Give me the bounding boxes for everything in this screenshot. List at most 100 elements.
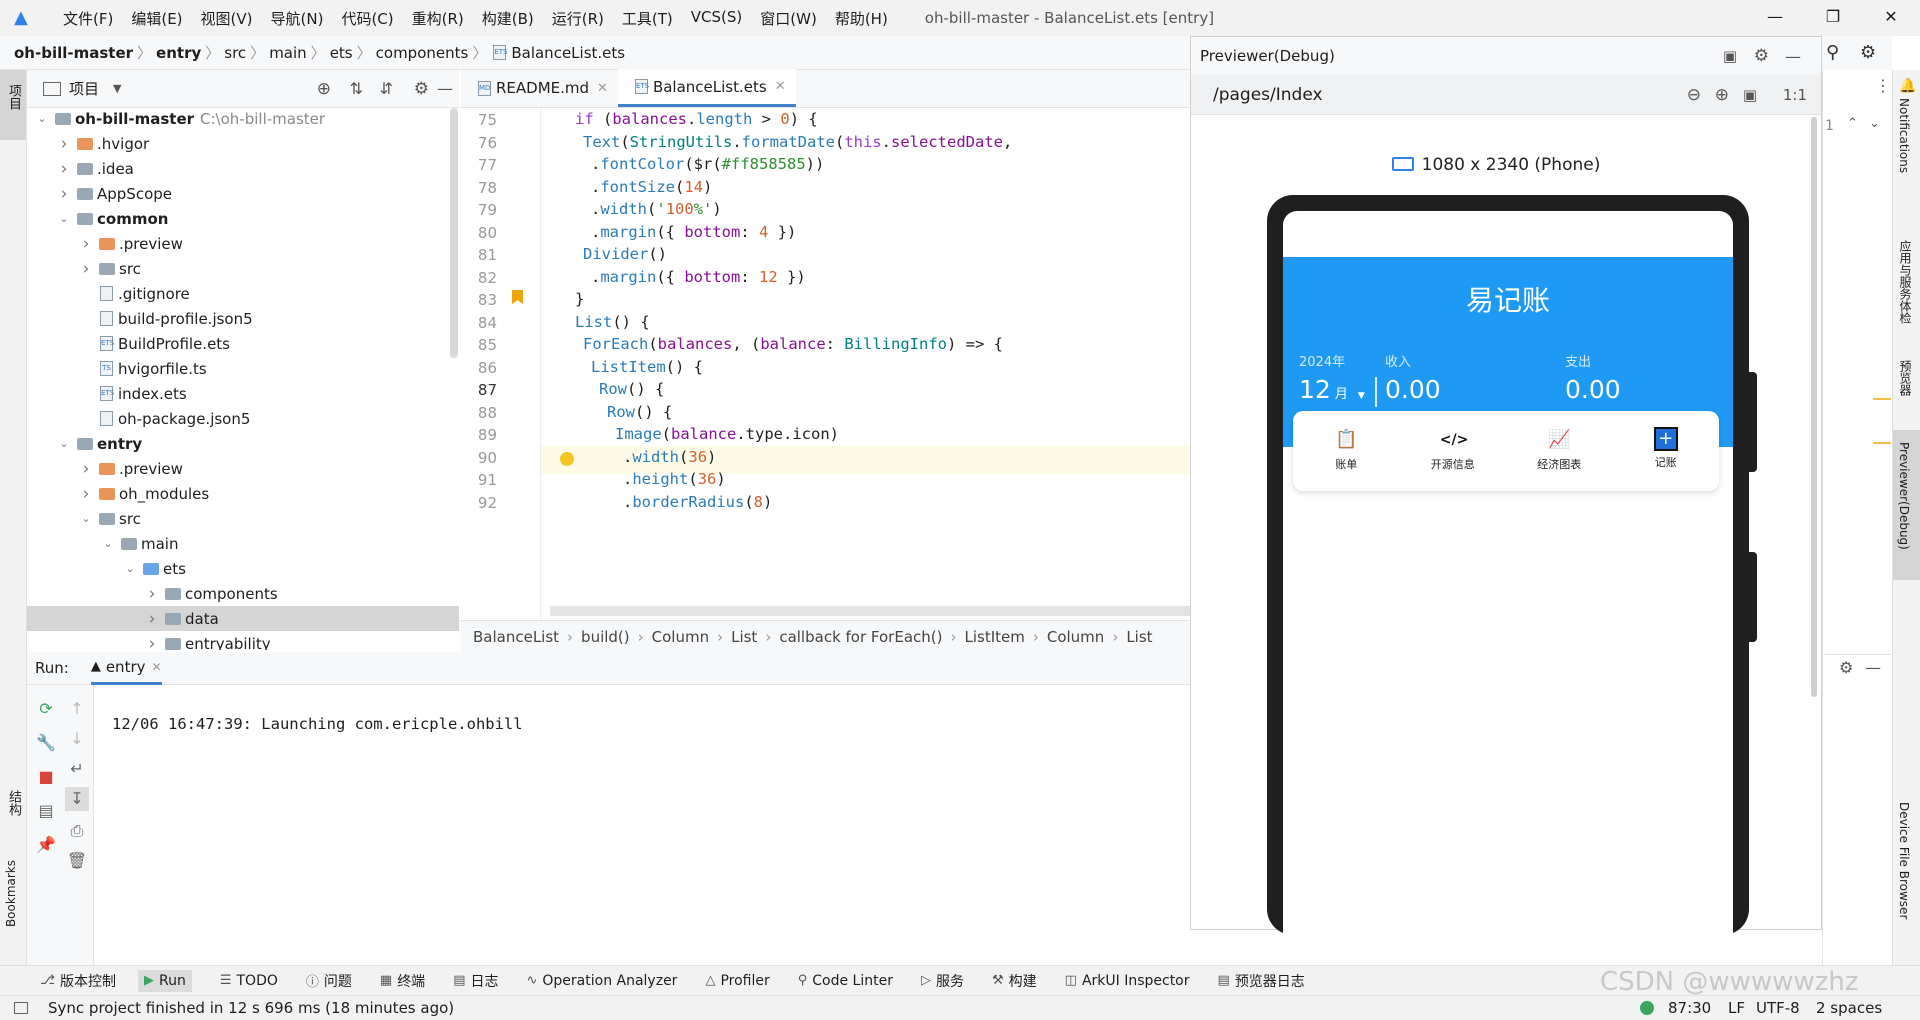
structure-crumb[interactable]: callback for ForEach() (779, 628, 942, 646)
collapse-all-icon[interactable]: ⇵ (380, 79, 393, 98)
chevron-right-icon[interactable]: › (145, 634, 159, 651)
chevron-down-icon[interactable]: ⌄ (101, 537, 115, 550)
menu-refactor[interactable]: 重构(R) (403, 8, 473, 29)
hide-panel-icon[interactable]: — (1785, 47, 1801, 66)
file-encoding[interactable]: UTF-8 (1756, 999, 1800, 1017)
tree-node[interactable]: build-profile.json5 (27, 306, 459, 331)
close-icon[interactable]: ✕ (775, 79, 786, 94)
expand-all-icon[interactable]: ⇅ (350, 79, 363, 98)
tool-tab-log[interactable]: ▤ 日志 (453, 971, 498, 991)
zoom-in-icon[interactable]: ⊕ (1715, 85, 1729, 105)
search-icon[interactable]: ⚲ (1826, 42, 1839, 63)
stripe-bookmarks[interactable]: Bookmarks (4, 860, 18, 927)
hide-panel-icon[interactable]: — (437, 79, 453, 98)
restore-icon[interactable]: ❐ (1804, 0, 1862, 36)
tool-tab-build[interactable]: ⚒ 构建 (992, 971, 1037, 991)
tool-tab-terminal[interactable]: ▦ 终端 (380, 971, 425, 991)
tree-node[interactable]: › .preview (27, 456, 459, 481)
tree-node[interactable]: oh-package.json5 (27, 406, 459, 431)
pin-icon[interactable]: 📌 (34, 833, 58, 857)
tree-node[interactable]: › .preview (27, 231, 459, 256)
structure-crumb[interactable]: BalanceList (473, 628, 559, 646)
chevron-right-icon[interactable]: › (145, 609, 159, 629)
close-icon[interactable]: ✕ (597, 81, 608, 96)
menu-item-add-record[interactable]: + 记账 (1613, 411, 1720, 491)
menu-vcs[interactable]: VCS(S) (682, 8, 751, 29)
code-editor[interactable]: if (balances.length > 0) {Text(StringUti… (541, 108, 1191, 620)
menu-run[interactable]: 运行(R) (543, 8, 613, 29)
print-icon[interactable]: ⎙ (65, 819, 89, 843)
stop-icon[interactable]: ■ (34, 765, 58, 789)
tool-tab-code-linter[interactable]: ⚲ Code Linter (798, 973, 893, 989)
hide-panel-icon[interactable]: — (1865, 658, 1881, 677)
tree-node[interactable]: ETS BuildProfile.ets (27, 331, 459, 356)
wrench-icon[interactable]: 🔧 (34, 731, 58, 755)
code-line[interactable]: .margin({ bottom: 12 }) (591, 263, 806, 291)
chevron-right-icon[interactable]: › (79, 259, 93, 279)
tree-node[interactable]: › AppScope (27, 181, 459, 206)
stripe-previewer-debug[interactable]: Previewer(Debug) (1897, 442, 1911, 550)
line-separator[interactable]: LF (1728, 999, 1745, 1017)
tree-node[interactable]: › .hvigor (27, 131, 459, 156)
locate-icon[interactable]: ⊕ (317, 79, 331, 99)
chevron-right-icon[interactable]: › (57, 184, 71, 204)
breadcrumb-components[interactable]: components (376, 44, 469, 62)
menu-window[interactable]: 窗口(W) (751, 8, 826, 29)
menu-item-charts[interactable]: 📈 经济图表 (1506, 411, 1613, 491)
menu-navigate[interactable]: 导航(N) (262, 8, 333, 29)
run-console[interactable]: 12/06 16:47:39: Launching com.ericple.oh… (94, 685, 1190, 965)
menu-help[interactable]: 帮助(H) (826, 8, 897, 29)
stripe-device-file-browser[interactable]: Device File Browser (1897, 802, 1911, 919)
minimize-icon[interactable]: — (1746, 0, 1804, 36)
tree-node[interactable]: › oh_modules (27, 481, 459, 506)
menu-code[interactable]: 代码(C) (332, 8, 402, 29)
tree-node[interactable]: › entryability (27, 631, 459, 651)
menu-tools[interactable]: 工具(T) (613, 8, 682, 29)
tree-node[interactable]: ⌄ oh-bill-master C:\oh-bill-master (27, 108, 459, 131)
structure-crumb[interactable]: build() (581, 628, 630, 646)
chevron-right-icon[interactable]: › (57, 159, 71, 179)
zoom-ratio[interactable]: 1:1 (1783, 86, 1807, 104)
stripe-structure[interactable]: 结构 (4, 790, 23, 816)
gear-icon[interactable]: ⚙ (414, 79, 429, 99)
zoom-out-icon[interactable]: ⊖ (1687, 85, 1701, 105)
menu-view[interactable]: 视图(V) (192, 8, 262, 29)
code-line[interactable]: .borderRadius(8) (623, 488, 772, 516)
trash-icon[interactable]: 🗑 (65, 849, 89, 873)
editor-horizontal-scrollbar[interactable] (550, 606, 1190, 616)
tree-node[interactable]: › .idea (27, 156, 459, 181)
arrow-down-icon[interactable]: ↓ (65, 727, 89, 751)
gear-icon[interactable]: ⚙ (1754, 46, 1769, 66)
layout-toggle-icon[interactable] (14, 1002, 28, 1014)
fit-screen-icon[interactable]: ▣ (1743, 86, 1757, 104)
chevron-right-icon[interactable]: › (79, 234, 93, 254)
menu-file[interactable]: 文件(F) (54, 8, 122, 29)
tree-node[interactable]: ⌄ src (27, 506, 459, 531)
tab-readme[interactable]: MD README.md ✕ (461, 69, 618, 107)
scroll-to-end-icon[interactable]: ↧ (65, 787, 89, 811)
structure-crumb[interactable]: ListItem (964, 628, 1024, 646)
chevron-down-icon[interactable]: ⌄ (123, 562, 137, 575)
tree-node[interactable]: › data (27, 606, 459, 631)
stripe-notifications[interactable]: Notifications (1897, 98, 1911, 173)
breadcrumb-file[interactable]: BalanceList.ets (511, 44, 625, 62)
chevron-down-icon[interactable]: ⌄ (1869, 116, 1880, 131)
tool-tab-operation-analyzer[interactable]: ∿ Operation Analyzer (526, 973, 677, 989)
caret-position[interactable]: 87:30 (1668, 999, 1711, 1017)
breadcrumb-src[interactable]: src (224, 44, 246, 62)
layout-icon[interactable]: ▤ (34, 799, 58, 823)
project-scrollbar[interactable] (450, 108, 458, 358)
soft-wrap-icon[interactable]: ↵ (65, 757, 89, 781)
tool-tab-previewer-log[interactable]: ▤ 预览器日志 (1218, 971, 1305, 991)
chevron-down-icon[interactable]: ⌄ (57, 437, 71, 450)
chevron-down-icon[interactable]: ⌄ (35, 112, 49, 125)
tree-node[interactable]: ETS index.ets (27, 381, 459, 406)
structure-crumb[interactable]: List (1126, 628, 1152, 646)
gear-icon[interactable]: ⚙ (1839, 658, 1853, 677)
tree-node[interactable]: ⌄ main (27, 531, 459, 556)
rerun-icon[interactable]: ⟳ (34, 697, 58, 721)
structure-crumb[interactable]: List (731, 628, 757, 646)
tool-tab-vcs[interactable]: ⎇ 版本控制 (40, 971, 116, 991)
month-picker[interactable]: 12 月 ▼ (1299, 375, 1365, 404)
tree-node[interactable]: .gitignore (27, 281, 459, 306)
